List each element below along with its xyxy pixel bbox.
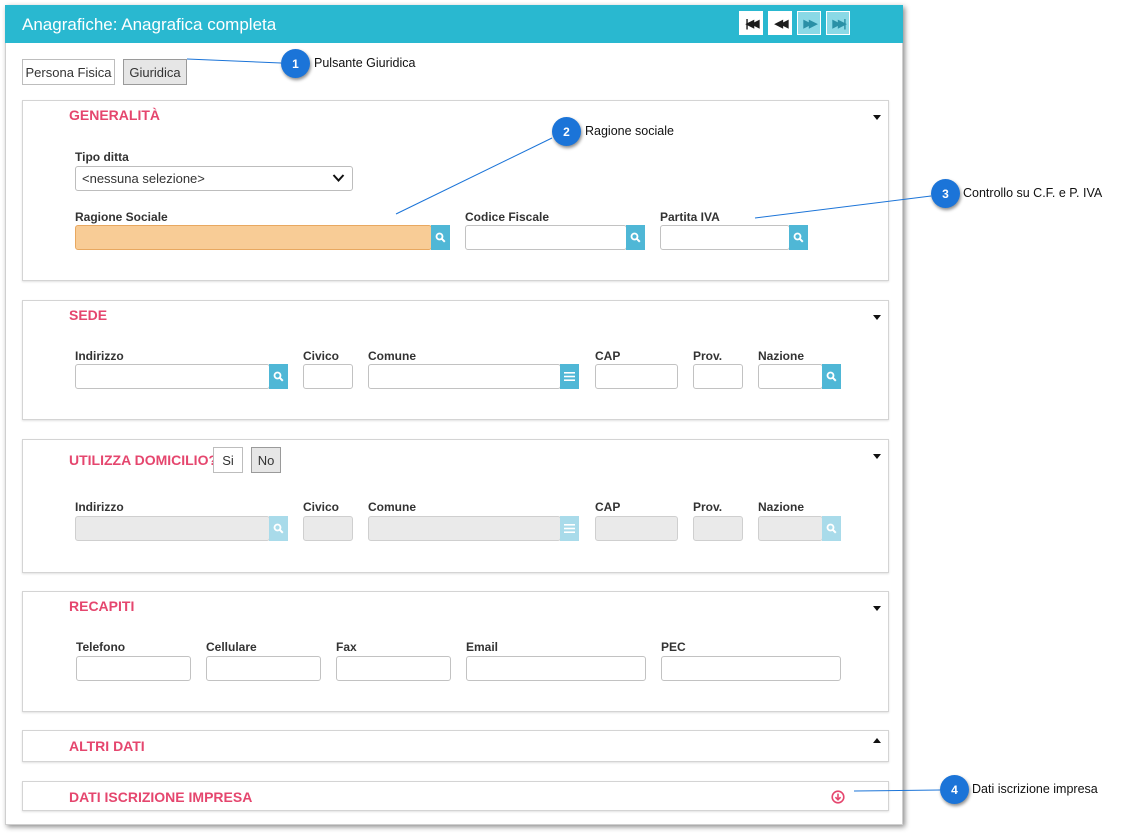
callout-text-3: Controllo su C.F. e P. IVA xyxy=(963,186,1103,200)
callout-text-2: Ragione sociale xyxy=(585,124,674,138)
callout-3-line xyxy=(754,195,932,219)
callout-badge-2: 2 xyxy=(552,117,581,146)
callout-4-line xyxy=(853,789,941,792)
callout-badge-4: 4 xyxy=(940,775,969,804)
callout-text-4: Dati iscrizione impresa xyxy=(972,782,1098,796)
callout-1-line xyxy=(186,58,282,64)
callout-text-1: Pulsante Giuridica xyxy=(314,56,416,70)
callout-badge-3: 3 xyxy=(931,179,960,208)
callout-2-line xyxy=(395,137,553,215)
callout-badge-1: 1 xyxy=(281,49,310,78)
